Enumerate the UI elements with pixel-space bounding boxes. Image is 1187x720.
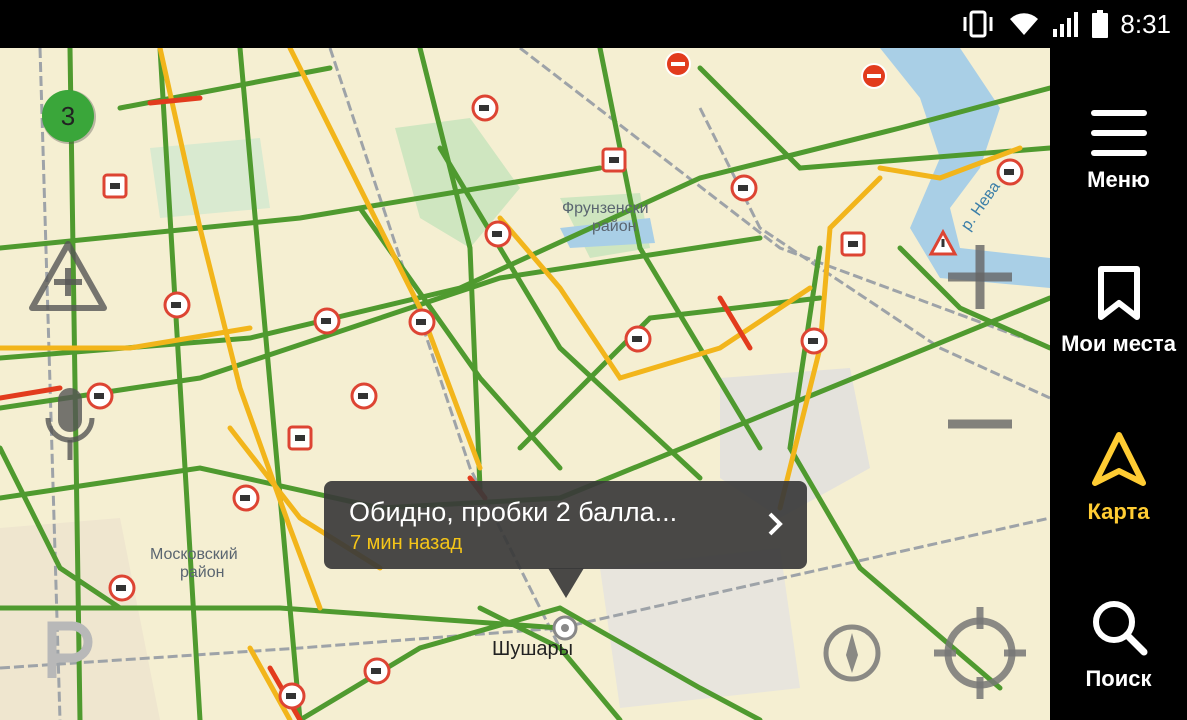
map-canvas[interactable] xyxy=(0,48,1050,720)
bookmark-icon xyxy=(1097,266,1140,320)
locate-me-button[interactable] xyxy=(930,603,1030,703)
sidebar-item-label: Карта xyxy=(1087,499,1150,524)
district-label-line: район xyxy=(180,564,225,581)
clock: 8:31 xyxy=(1120,8,1171,39)
sidebar-item-label: Мои места xyxy=(1061,331,1176,356)
sidebar-item-menu[interactable]: Меню xyxy=(1050,76,1187,226)
minus-icon xyxy=(948,419,1012,429)
sidebar-item-my-places[interactable]: Мои места xyxy=(1050,236,1187,386)
map-view[interactable]: Фрунзенски район Московский район Шушары… xyxy=(0,48,1050,720)
road-slow xyxy=(287,48,483,471)
wifi-icon xyxy=(1010,13,1039,35)
compass-button[interactable] xyxy=(820,613,884,693)
plus-icon xyxy=(948,245,1012,309)
toast-time: 7 мин назад xyxy=(350,532,463,554)
sidebar-item-map[interactable]: Карта xyxy=(1050,403,1187,553)
district-label: Фрунзенски район xyxy=(562,200,649,236)
search-icon xyxy=(1092,601,1147,656)
sidebar-item-label: Поиск xyxy=(1085,666,1152,691)
road xyxy=(0,295,1050,511)
metro-marker xyxy=(552,615,578,641)
report-event-button[interactable] xyxy=(20,238,120,328)
parking-icon xyxy=(47,621,93,678)
industrial-area xyxy=(600,548,800,708)
status-bar: 8:31 xyxy=(0,0,1187,48)
chevron-right-icon xyxy=(768,512,783,536)
sidebar-item-label: Меню xyxy=(1087,167,1150,192)
district-label-line: Московский xyxy=(150,546,238,563)
road xyxy=(417,48,483,491)
signal-icon xyxy=(1053,12,1079,37)
road-slow xyxy=(497,215,813,381)
compass-icon xyxy=(823,624,881,682)
place-label: Шушары xyxy=(492,638,573,660)
district-label-line: Фрунзенски xyxy=(562,200,649,217)
traffic-score-badge[interactable]: 3 xyxy=(40,88,98,146)
sidebar: Меню Мои места Карта Поиск xyxy=(1050,48,1187,720)
microphone-icon xyxy=(45,388,95,460)
traffic-score-value: 3 xyxy=(60,101,76,131)
road-slow xyxy=(247,645,293,720)
event-toast[interactable]: Обидно, пробки 2 балла... 7 мин назад xyxy=(324,481,807,569)
navigation-arrow-icon xyxy=(1091,432,1146,486)
voice-button[interactable] xyxy=(30,378,110,468)
hamburger-menu-icon xyxy=(1090,110,1147,156)
zoom-out-button[interactable] xyxy=(930,388,1030,468)
district-label: Московский район xyxy=(150,546,238,582)
add-event-icon xyxy=(29,241,107,311)
parking-button[interactable] xyxy=(40,618,100,688)
district-label-line: район xyxy=(592,218,637,235)
road-slow xyxy=(0,325,253,351)
zoom-in-button[interactable] xyxy=(930,233,1030,343)
battery-icon xyxy=(1092,10,1109,38)
status-icons: 8:31 xyxy=(960,0,1171,48)
toast-pointer xyxy=(548,568,584,598)
road xyxy=(237,48,303,720)
crosshair-icon xyxy=(934,607,1026,699)
vibrate-icon xyxy=(963,10,993,38)
toast-message: Обидно, пробки 2 балла... xyxy=(349,497,678,527)
sidebar-item-search[interactable]: Поиск xyxy=(1050,570,1187,720)
